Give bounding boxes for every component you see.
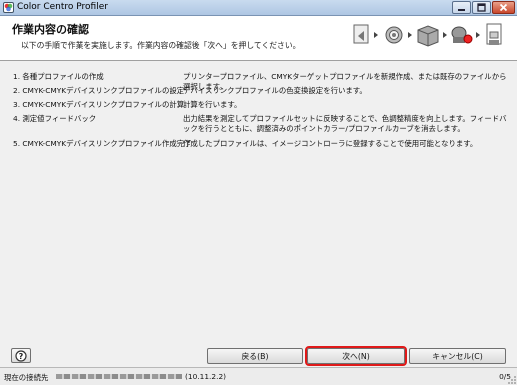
app-icon bbox=[3, 2, 14, 13]
title-bar: Color Centro Profiler bbox=[0, 0, 517, 16]
connection-label: 現在の接続先 bbox=[4, 373, 49, 382]
resize-grip-icon[interactable] bbox=[507, 375, 517, 385]
task-description: 計算を行います。 bbox=[183, 100, 242, 109]
close-button[interactable] bbox=[492, 1, 515, 14]
printer-icon bbox=[417, 25, 439, 47]
next-button[interactable]: 次へ(N) bbox=[305, 346, 407, 366]
arrow-icon bbox=[476, 32, 480, 38]
wizard-header: 作業内容の確認 以下の手順で作業を実施します。作業内容の確認後「次へ」を押してく… bbox=[0, 16, 517, 61]
measure-icon bbox=[451, 26, 473, 44]
connection-ip: (10.11.2.2) bbox=[185, 372, 227, 381]
maximize-icon bbox=[477, 3, 486, 12]
task-name: 4. 測定値フィードバック bbox=[13, 114, 97, 123]
help-icon: ? bbox=[15, 349, 27, 362]
task-description: 出力結果を測定してプロファイルセットに反映することで、色調整精度を向上します。フ… bbox=[183, 114, 507, 133]
arrow-icon bbox=[408, 32, 412, 38]
step-indicator bbox=[353, 23, 502, 47]
task-description: デバイスリンクプロファイルの色変換設定を行います。 bbox=[183, 86, 367, 95]
profile-icon bbox=[486, 23, 502, 45]
maximize-button[interactable] bbox=[472, 1, 491, 14]
task-list: 1. 各種プロファイルの作成 プリンタープロファイル、CMYKターゲットプロファ… bbox=[10, 66, 507, 343]
status-bar: 現在の接続先 (10.11.2.2) 0/5 bbox=[0, 367, 517, 385]
task-name: 2. CMYK-CMYKデバイスリンクプロファイルの設定 bbox=[13, 86, 185, 95]
page-description: 以下の手順で作業を実施します。作業内容の確認後「次へ」を押してください。 bbox=[21, 41, 301, 50]
task-name: 3. CMYK-CMYKデバイスリンクプロファイルの計算 bbox=[13, 100, 185, 109]
task-description: 作成したプロファイルは、イメージコントローラに登録することで使用可能となります。 bbox=[183, 139, 478, 148]
task-name: 1. 各種プロファイルの作成 bbox=[13, 72, 104, 81]
back-button[interactable]: 戻る(B) bbox=[207, 348, 303, 364]
cancel-button[interactable]: キャンセル(C) bbox=[409, 348, 506, 364]
arrow-icon bbox=[374, 32, 378, 38]
minimize-icon bbox=[458, 9, 465, 11]
window-title: Color Centro Profiler bbox=[17, 2, 108, 12]
minimize-button[interactable] bbox=[452, 1, 471, 14]
page-title: 作業内容の確認 bbox=[12, 23, 89, 36]
document-icon bbox=[353, 24, 369, 44]
arrow-icon bbox=[443, 32, 447, 38]
task-name: 5. CMYK-CMYKデバイスリンクプロファイル作成完了 bbox=[13, 139, 192, 148]
connection-host-redacted bbox=[56, 374, 182, 379]
help-button[interactable]: ? bbox=[11, 348, 31, 363]
gear-icon bbox=[385, 26, 403, 44]
close-icon bbox=[499, 3, 508, 12]
help-glyph: ? bbox=[19, 352, 24, 361]
